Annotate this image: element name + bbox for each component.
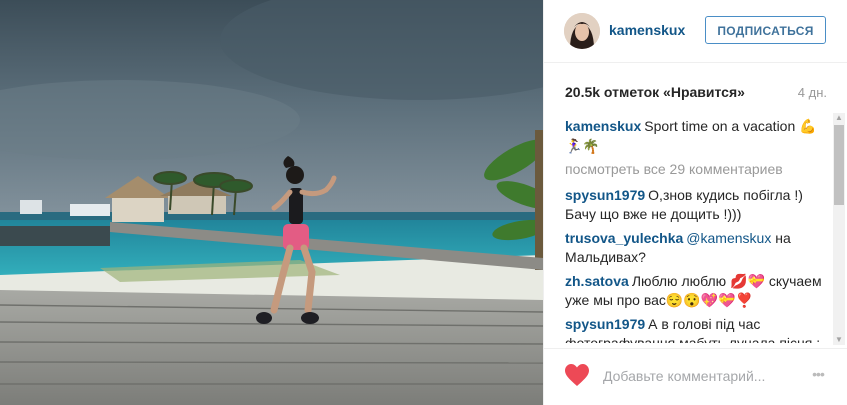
likes-count[interactable]: 20.5k отметок «Нравится» xyxy=(565,84,745,100)
heart-icon[interactable] xyxy=(564,363,590,387)
post-photo[interactable] xyxy=(0,0,543,405)
caption-author-link[interactable]: kamenskux xyxy=(565,118,641,134)
comment-author-link[interactable]: zh.satova xyxy=(565,273,629,289)
post-header: kamenskux ПОДПИСАТЬСЯ xyxy=(544,0,847,63)
comment-author-link[interactable]: trusova_yulechka xyxy=(565,230,683,246)
instagram-post: kamenskux ПОДПИСАТЬСЯ 20.5k отметок «Нра… xyxy=(0,0,847,405)
comment-author-link[interactable]: spysun1979 xyxy=(565,316,645,332)
view-all-comments-link[interactable]: посмотреть все 29 комментариев xyxy=(565,160,827,180)
post-photo-image xyxy=(0,0,543,405)
comments-thread: kamenskux Sport time on a vacation 💪🏃‍♀️🌴… xyxy=(565,117,827,343)
comment-author-link[interactable]: spysun1979 xyxy=(565,187,645,203)
post-author-link[interactable]: kamenskux xyxy=(609,22,685,38)
comment: trusova_yulechka @kamenskux на Мальдивах? xyxy=(565,229,827,268)
scroll-down-arrow-icon[interactable]: ▼ xyxy=(833,335,845,345)
follow-button[interactable]: ПОДПИСАТЬСЯ xyxy=(705,16,826,44)
comments-scrollbar[interactable]: ▲ ▼ xyxy=(833,113,845,345)
post-footer: ••• xyxy=(544,348,847,405)
likes-row: 20.5k отметок «Нравится» 4 дн. xyxy=(565,84,827,102)
post-sidebar: kamenskux ПОДПИСАТЬСЯ 20.5k отметок «Нра… xyxy=(543,0,847,405)
more-options-icon[interactable]: ••• xyxy=(806,365,830,385)
scrollbar-thumb[interactable] xyxy=(834,125,844,205)
comment: spysun1979 А в голові під час фотографува… xyxy=(565,315,827,344)
comment-mention-link[interactable]: @kamenskux xyxy=(686,230,771,246)
caption: kamenskux Sport time on a vacation 💪🏃‍♀️🌴 xyxy=(565,117,827,156)
comment: zh.satova Люблю люблю 💋💝 скучаем уже мы п… xyxy=(565,272,827,311)
comment: spysun1979 О,знов кудись побігла !) Бачу … xyxy=(565,186,827,225)
scroll-up-arrow-icon[interactable]: ▲ xyxy=(833,113,845,123)
avatar[interactable] xyxy=(564,13,600,49)
add-comment-input[interactable] xyxy=(599,365,787,387)
post-timestamp[interactable]: 4 дн. xyxy=(798,85,827,100)
